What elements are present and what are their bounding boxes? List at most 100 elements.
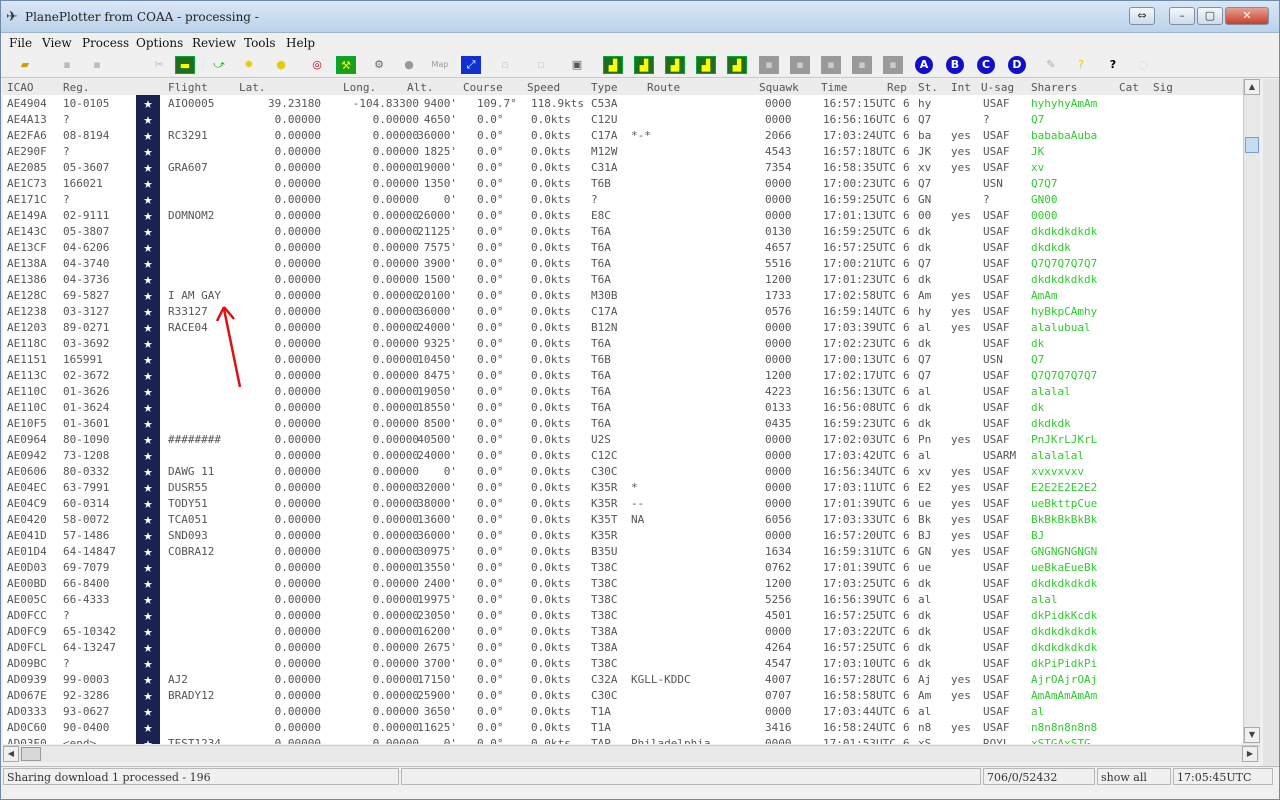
table-row[interactable]: AD0939 99-0003 AJ2 0.00000 0.00000 17150' 0.0°… (3, 671, 1243, 687)
filter-d-button[interactable]: D (1008, 56, 1026, 74)
filter-b-button[interactable]: B (946, 56, 964, 74)
table-row[interactable]: AE041D 57-1486 SND093 0.00000 0.00000 36000' 0… (3, 527, 1243, 543)
table-row[interactable]: AE138A 04-3740 0.00000 0.00000 3900' 0.0° 0.0k… (3, 255, 1243, 271)
layer-4-icon[interactable]: ▟ (696, 56, 716, 74)
layer-6-icon[interactable]: ▪ (759, 56, 779, 74)
resize-toggle-button[interactable]: ⇔ (1129, 7, 1155, 25)
help-button[interactable]: ? (1103, 56, 1123, 74)
col-flight[interactable]: Flight (168, 81, 208, 94)
table-row[interactable]: AE171C? 0.00000 0.00000 0' 0.0° 0.0kts? 0000 16… (3, 191, 1243, 207)
col-int[interactable]: Int (951, 81, 971, 94)
layer-1-icon[interactable]: ▟ (603, 56, 623, 74)
table-row[interactable]: AD0333 93-0627 0.00000 0.00000 3650' 0.0° 0.0k… (3, 703, 1243, 719)
col-st[interactable]: St. (918, 81, 938, 94)
menu-options[interactable]: Options (136, 36, 183, 50)
grey-dot-icon[interactable]: ● (399, 56, 419, 74)
layer-3-icon[interactable]: ▟ (665, 56, 685, 74)
layer-5-icon[interactable]: ▟ (727, 56, 747, 74)
scroll-down-button[interactable]: ▼ (1244, 727, 1260, 743)
map-button[interactable]: Map (429, 56, 451, 74)
sun-icon[interactable]: ✹ (239, 56, 259, 74)
table-row[interactable]: AE1C73 166021 0.00000 0.00000 1350' 0.0° 0.0kt… (3, 175, 1243, 191)
minimize-button[interactable]: – (1169, 7, 1195, 25)
col-alt[interactable]: Alt. (407, 81, 434, 94)
disabled-icon-2[interactable]: ▫ (531, 56, 551, 74)
table-row[interactable]: AE1203 89-0271 RACE04 0.00000 0.00000 24000' 0… (3, 319, 1243, 335)
table-row[interactable]: AE1238 03-3127 R33127 0.00000 0.00000 36000' 0… (3, 303, 1243, 319)
col-route[interactable]: Route (647, 81, 680, 94)
table-row[interactable]: AE0942 73-1208 0.00000 0.00000 24000' 0.0° 0.0… (3, 447, 1243, 463)
menu-file[interactable]: File (9, 36, 32, 50)
table-row[interactable]: AE10F5 01-3601 0.00000 0.00000 8500' 0.0° 0.0k… (3, 415, 1243, 431)
cut-icon[interactable]: ✂ (149, 56, 169, 74)
table-row[interactable]: AE290F? 0.00000 0.00000 1825' 0.0° 0.0kts M12W… (3, 143, 1243, 159)
radio-icon[interactable]: ▣ (567, 56, 587, 74)
col-type[interactable]: Type (591, 81, 618, 94)
save-icon[interactable]: ▪ (57, 56, 77, 74)
col-cat[interactable]: Cat (1119, 81, 1139, 94)
table-row[interactable]: AE118C 03-3692 0.00000 0.00000 9325' 0.0° 0.0k… (3, 335, 1243, 351)
col-sig[interactable]: Sig (1153, 81, 1173, 94)
table-row[interactable]: AE1151 165991 0.00000 0.00000 10450' 0.0° 0.0k… (3, 351, 1243, 367)
yellow-dot-icon[interactable]: ● (271, 56, 291, 74)
route-icon[interactable]: ⤻ (209, 56, 229, 74)
table-row[interactable]: AE1386 04-3736 0.00000 0.00000 1500' 0.0° 0.0k… (3, 271, 1243, 287)
table-row[interactable]: AE110C 01-3624 0.00000 0.00000 18550' 0.0° 0.0… (3, 399, 1243, 415)
print-icon[interactable]: ▪ (87, 56, 107, 74)
table-row[interactable]: AE143C 05-3807 0.00000 0.00000 21125' 0.0° 0.0… (3, 223, 1243, 239)
menu-process[interactable]: Process (82, 36, 129, 50)
chart-view-icon[interactable]: ▬ (175, 56, 195, 74)
disabled-icon-1[interactable]: ▫ (495, 56, 515, 74)
table-row[interactable]: AE04EC 63-7991 DUSR55 0.00000 0.00000 32000' 0… (3, 479, 1243, 495)
table-row[interactable]: AE113C 02-3672 0.00000 0.00000 8475' 0.0° 0.0k… (3, 367, 1243, 383)
table-row[interactable]: AD067E 92-3286 BRADY12 0.00000 0.00000 25900'… (3, 687, 1243, 703)
target-icon[interactable]: ◎ (307, 56, 327, 74)
table-row[interactable]: AD03E0 <end> TEST1234 0.00000 0.00000 0' 0.0° 0… (3, 735, 1243, 744)
maximize-button[interactable]: ▢ (1197, 7, 1223, 25)
scroll-right-button[interactable]: ▶ (1242, 746, 1258, 762)
hint-icon[interactable]: ? (1071, 56, 1091, 74)
col-course[interactable]: Course (463, 81, 503, 94)
wrench-icon[interactable]: ⚒ (336, 56, 356, 74)
table-row[interactable]: AE0D03 69-7079 0.00000 0.00000 13550' 0.0° 0.0… (3, 559, 1243, 575)
table-row[interactable]: AE110C 01-3626 0.00000 0.00000 19050' 0.0° 0.0… (3, 383, 1243, 399)
table-row[interactable]: AE01D4 64-14847 COBRA12 0.00000 0.00000 30975… (3, 543, 1243, 559)
table-row[interactable]: AE4904 10-0105 AIO0005 39.23180 -104.83300 94… (3, 95, 1243, 111)
table-row[interactable]: AD0FC9 65-10342 0.00000 0.00000 16200' 0.0° 0.… (3, 623, 1243, 639)
disabled-icon-3[interactable]: ◌ (1133, 56, 1153, 74)
vertical-scroll-thumb[interactable] (1245, 137, 1259, 153)
scroll-up-button[interactable]: ▲ (1244, 79, 1260, 95)
table-row[interactable]: AE00BD 66-8400 0.00000 0.00000 2400' 0.0° 0.0k… (3, 575, 1243, 591)
table-row[interactable]: AE04C9 60-0314 TODY51 0.00000 0.00000 38000' 0… (3, 495, 1243, 511)
tools-icon[interactable]: ⚙ (369, 56, 389, 74)
col-rep[interactable]: Rep (887, 81, 907, 94)
table-row[interactable]: AE0606 80-0332 DAWG 11 0.00000 0.00000 0' 0.0°… (3, 463, 1243, 479)
table-row[interactable]: AE128C 69-5827 I AM GAY 0.00000 0.00000 20100… (3, 287, 1243, 303)
menu-tools[interactable]: Tools (244, 36, 276, 50)
title-bar[interactable]: ✈ PlanePlotter from COAA - processing - … (1, 1, 1279, 33)
col-lat[interactable]: Lat. (239, 81, 266, 94)
menu-review[interactable]: Review (192, 36, 236, 50)
layer-2-icon[interactable]: ▟ (634, 56, 654, 74)
pen-icon[interactable]: ✎ (1041, 56, 1061, 74)
table-row[interactable]: AD0FCC? 0.00000 0.00000 23050' 0.0° 0.0kts T38… (3, 607, 1243, 623)
table-row[interactable]: AD0FCL 64-13247 0.00000 0.00000 2675' 0.0° 0.0… (3, 639, 1243, 655)
horizontal-scroll-thumb[interactable] (21, 747, 41, 761)
table-row[interactable]: AE0420 58-0072 TCA051 0.00000 0.00000 13600' 0… (3, 511, 1243, 527)
table-row[interactable]: AD09BC? 0.00000 0.00000 3700' 0.0° 0.0kts T38C… (3, 655, 1243, 671)
menu-view[interactable]: View (42, 36, 72, 50)
table-row[interactable]: AE149A 02-9111 DOMNOM2 0.00000 0.00000 26000'… (3, 207, 1243, 223)
table-row[interactable]: AE2FA6 08-8194 RC3291 0.00000 0.00000 36000' 0… (3, 127, 1243, 143)
layer-10-icon[interactable]: ▪ (883, 56, 903, 74)
link-icon[interactable]: ⤢ (461, 56, 481, 74)
layer-9-icon[interactable]: ▪ (852, 56, 872, 74)
aircraft-table[interactable]: ICAO Reg. Flight Lat. Long. Alt. Course … (3, 79, 1243, 744)
col-speed[interactable]: Speed (527, 81, 560, 94)
layer-8-icon[interactable]: ▪ (821, 56, 841, 74)
col-long[interactable]: Long. (343, 81, 376, 94)
table-row[interactable]: AE2085 05-3607 GRA607 0.00000 0.00000 19000' 0… (3, 159, 1243, 175)
col-time[interactable]: Time (821, 81, 848, 94)
layer-7-icon[interactable]: ▪ (790, 56, 810, 74)
open-folder-icon[interactable]: ▰ (15, 56, 35, 74)
table-row[interactable]: AE005C 66-4333 0.00000 0.00000 19975' 0.0° 0.0… (3, 591, 1243, 607)
